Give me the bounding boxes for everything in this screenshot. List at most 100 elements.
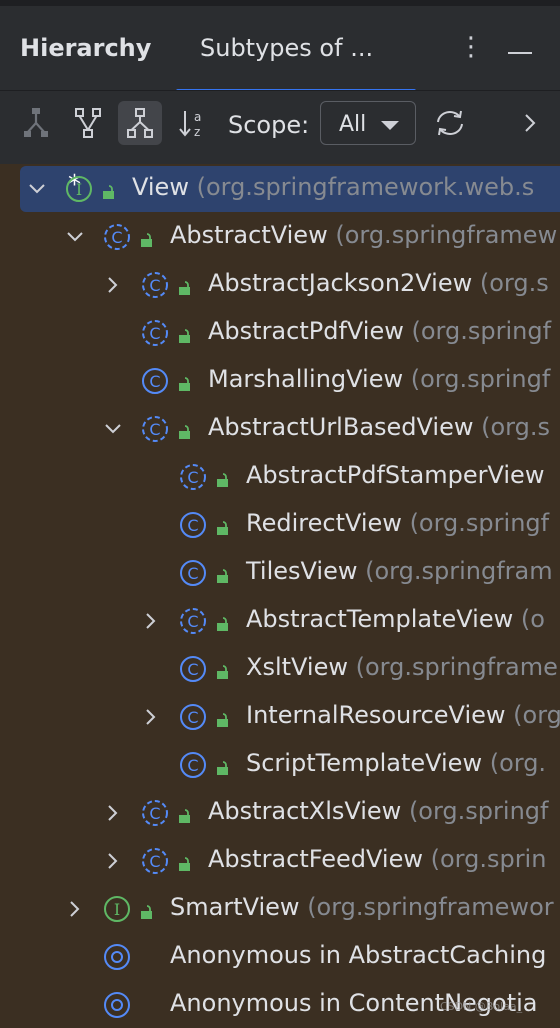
tree-row[interactable]: C TilesView (org.springfram <box>0 550 560 596</box>
supertypes-hierarchy-button[interactable] <box>14 101 58 145</box>
package-name: (org.springframework.web.s <box>188 173 535 201</box>
chevron-right-icon[interactable] <box>102 274 124 296</box>
tree-row[interactable]: C XsltView (org.springframe <box>0 646 560 692</box>
tree-row[interactable]: C ScriptTemplateView (org. <box>0 742 560 788</box>
type-name: ScriptTemplateView (org. <box>246 749 546 777</box>
class-icon: C <box>178 510 208 540</box>
class-icon: C <box>178 702 208 732</box>
package-name: (org.springf <box>403 317 552 345</box>
svg-text:C: C <box>187 516 198 535</box>
tree-row[interactable]: C MarshallingView (org.springf <box>0 358 560 404</box>
anonymous-icon <box>102 942 132 972</box>
refresh-icon <box>437 110 463 136</box>
type-name-label: AbstractFeedView <box>208 845 423 873</box>
tree-row[interactable]: C AbstractTemplateView (o <box>0 598 560 644</box>
svg-text:C: C <box>111 228 122 247</box>
type-name: AbstractFeedView (org.sprin <box>208 845 546 873</box>
type-name-label: Anonymous in AbstractCaching <box>170 941 547 969</box>
class-icon: C <box>140 366 170 396</box>
minimize-icon[interactable] <box>508 52 532 54</box>
subtypes-hierarchy-button[interactable] <box>118 101 162 145</box>
sort-alphabetically-button[interactable]: a z <box>170 101 214 145</box>
type-name: AbstractJackson2View (org.s <box>208 269 549 297</box>
hierarchy-toolbar: a z Scope: All <box>0 90 560 164</box>
svg-text:C: C <box>187 756 198 775</box>
package-name: (org.springframe <box>347 653 558 681</box>
more-actions-button[interactable] <box>508 101 552 145</box>
package-name: (org.springframewor <box>299 893 554 921</box>
svg-text:C: C <box>187 660 198 679</box>
public-access-icon <box>216 760 230 776</box>
hierarchy-tree: * I View (org.springframework.web.s C Ab… <box>0 164 560 1026</box>
tree-row[interactable]: C AbstractFeedView (org.sprin <box>0 838 560 884</box>
tree-row[interactable]: * I View (org.springframework.web.s <box>20 166 560 212</box>
public-access-icon <box>178 376 192 392</box>
type-name: RedirectView (org.springf <box>246 509 549 537</box>
type-name: AbstractTemplateView (o <box>246 605 545 633</box>
chevron-down-icon[interactable] <box>102 418 124 440</box>
type-name: View (org.springframework.web.s <box>132 173 534 201</box>
type-name: AbstractPdfView (org.springf <box>208 317 551 345</box>
public-access-icon <box>102 184 116 200</box>
type-name-label: AbstractTemplateView <box>246 605 514 633</box>
type-name-label: TilesView <box>246 557 358 585</box>
refresh-button[interactable] <box>428 101 472 145</box>
tab-subtypes[interactable]: Subtypes of ... <box>200 34 373 62</box>
public-access-icon <box>178 424 192 440</box>
package-name: (org.s <box>472 269 549 297</box>
tree-row[interactable]: C InternalResourceView (org <box>0 694 560 740</box>
tree-row[interactable]: C AbstractJackson2View (org.s <box>0 262 560 308</box>
svg-text:C: C <box>149 324 160 343</box>
abstract-class-icon: C <box>140 414 170 444</box>
abstract-class-icon: C <box>140 798 170 828</box>
svg-text:C: C <box>149 852 160 871</box>
public-access-icon <box>216 664 230 680</box>
tree-row[interactable]: C AbstractUrlBasedView (org.s <box>0 406 560 452</box>
tree-row[interactable]: C AbstractPdfView (org.springf <box>0 310 560 356</box>
type-name-label: MarshallingView <box>208 365 404 393</box>
chevron-down-icon <box>381 121 399 130</box>
package-name: (o <box>513 605 545 633</box>
type-name: MarshallingView (org.springf <box>208 365 550 393</box>
tree-row[interactable]: C AbstractPdfStamperView <box>0 454 560 500</box>
type-name-label: RedirectView <box>246 509 402 537</box>
chevron-right-icon[interactable] <box>140 610 162 632</box>
scope-dropdown[interactable]: All <box>320 101 416 145</box>
more-options-icon[interactable]: ⋮ <box>458 34 484 60</box>
class-icon: C <box>178 654 208 684</box>
type-hierarchy-button[interactable] <box>66 101 110 145</box>
package-name: (org.springfram <box>357 557 553 585</box>
chevron-right-icon <box>525 114 536 132</box>
interface-icon: I <box>64 174 94 204</box>
chevron-down-icon[interactable] <box>26 178 48 200</box>
svg-text:C: C <box>187 708 198 727</box>
public-access-icon <box>216 712 230 728</box>
package-name: (org.springf <box>401 797 549 825</box>
public-access-icon <box>216 472 230 488</box>
type-name-label: AbstractPdfStamperView <box>246 461 545 489</box>
chevron-right-icon[interactable] <box>64 898 86 920</box>
type-name: SmartView (org.springframewor <box>170 893 554 921</box>
tree-row[interactable]: C AbstractView (org.springframew <box>0 214 560 260</box>
scope-value: All <box>339 112 367 137</box>
chevron-right-icon[interactable] <box>102 802 124 824</box>
abstract-class-icon: C <box>140 846 170 876</box>
type-name: XsltView (org.springframe <box>246 653 558 681</box>
tree-row[interactable]: C AbstractXlsView (org.springf <box>0 790 560 836</box>
chevron-right-icon[interactable] <box>102 850 124 872</box>
chevron-down-icon[interactable] <box>64 226 86 248</box>
abstract-class-icon: C <box>178 462 208 492</box>
tree-row[interactable]: Anonymous in AbstractCaching <box>0 934 560 980</box>
type-name: AbstractPdfStamperView <box>246 461 544 489</box>
subtypes-hierarchy-icon <box>127 108 153 138</box>
package-name: (org <box>505 701 560 729</box>
chevron-right-icon[interactable] <box>140 706 162 728</box>
public-access-icon <box>140 232 154 248</box>
tree-row[interactable]: C RedirectView (org.springf <box>0 502 560 548</box>
svg-text:C: C <box>187 468 198 487</box>
type-name: AbstractUrlBasedView (org.s <box>208 413 550 441</box>
public-access-icon <box>178 856 192 872</box>
tab-hierarchy[interactable]: Hierarchy <box>20 34 151 62</box>
type-name-label: View <box>132 173 189 201</box>
tree-row[interactable]: I SmartView (org.springframewor <box>0 886 560 932</box>
